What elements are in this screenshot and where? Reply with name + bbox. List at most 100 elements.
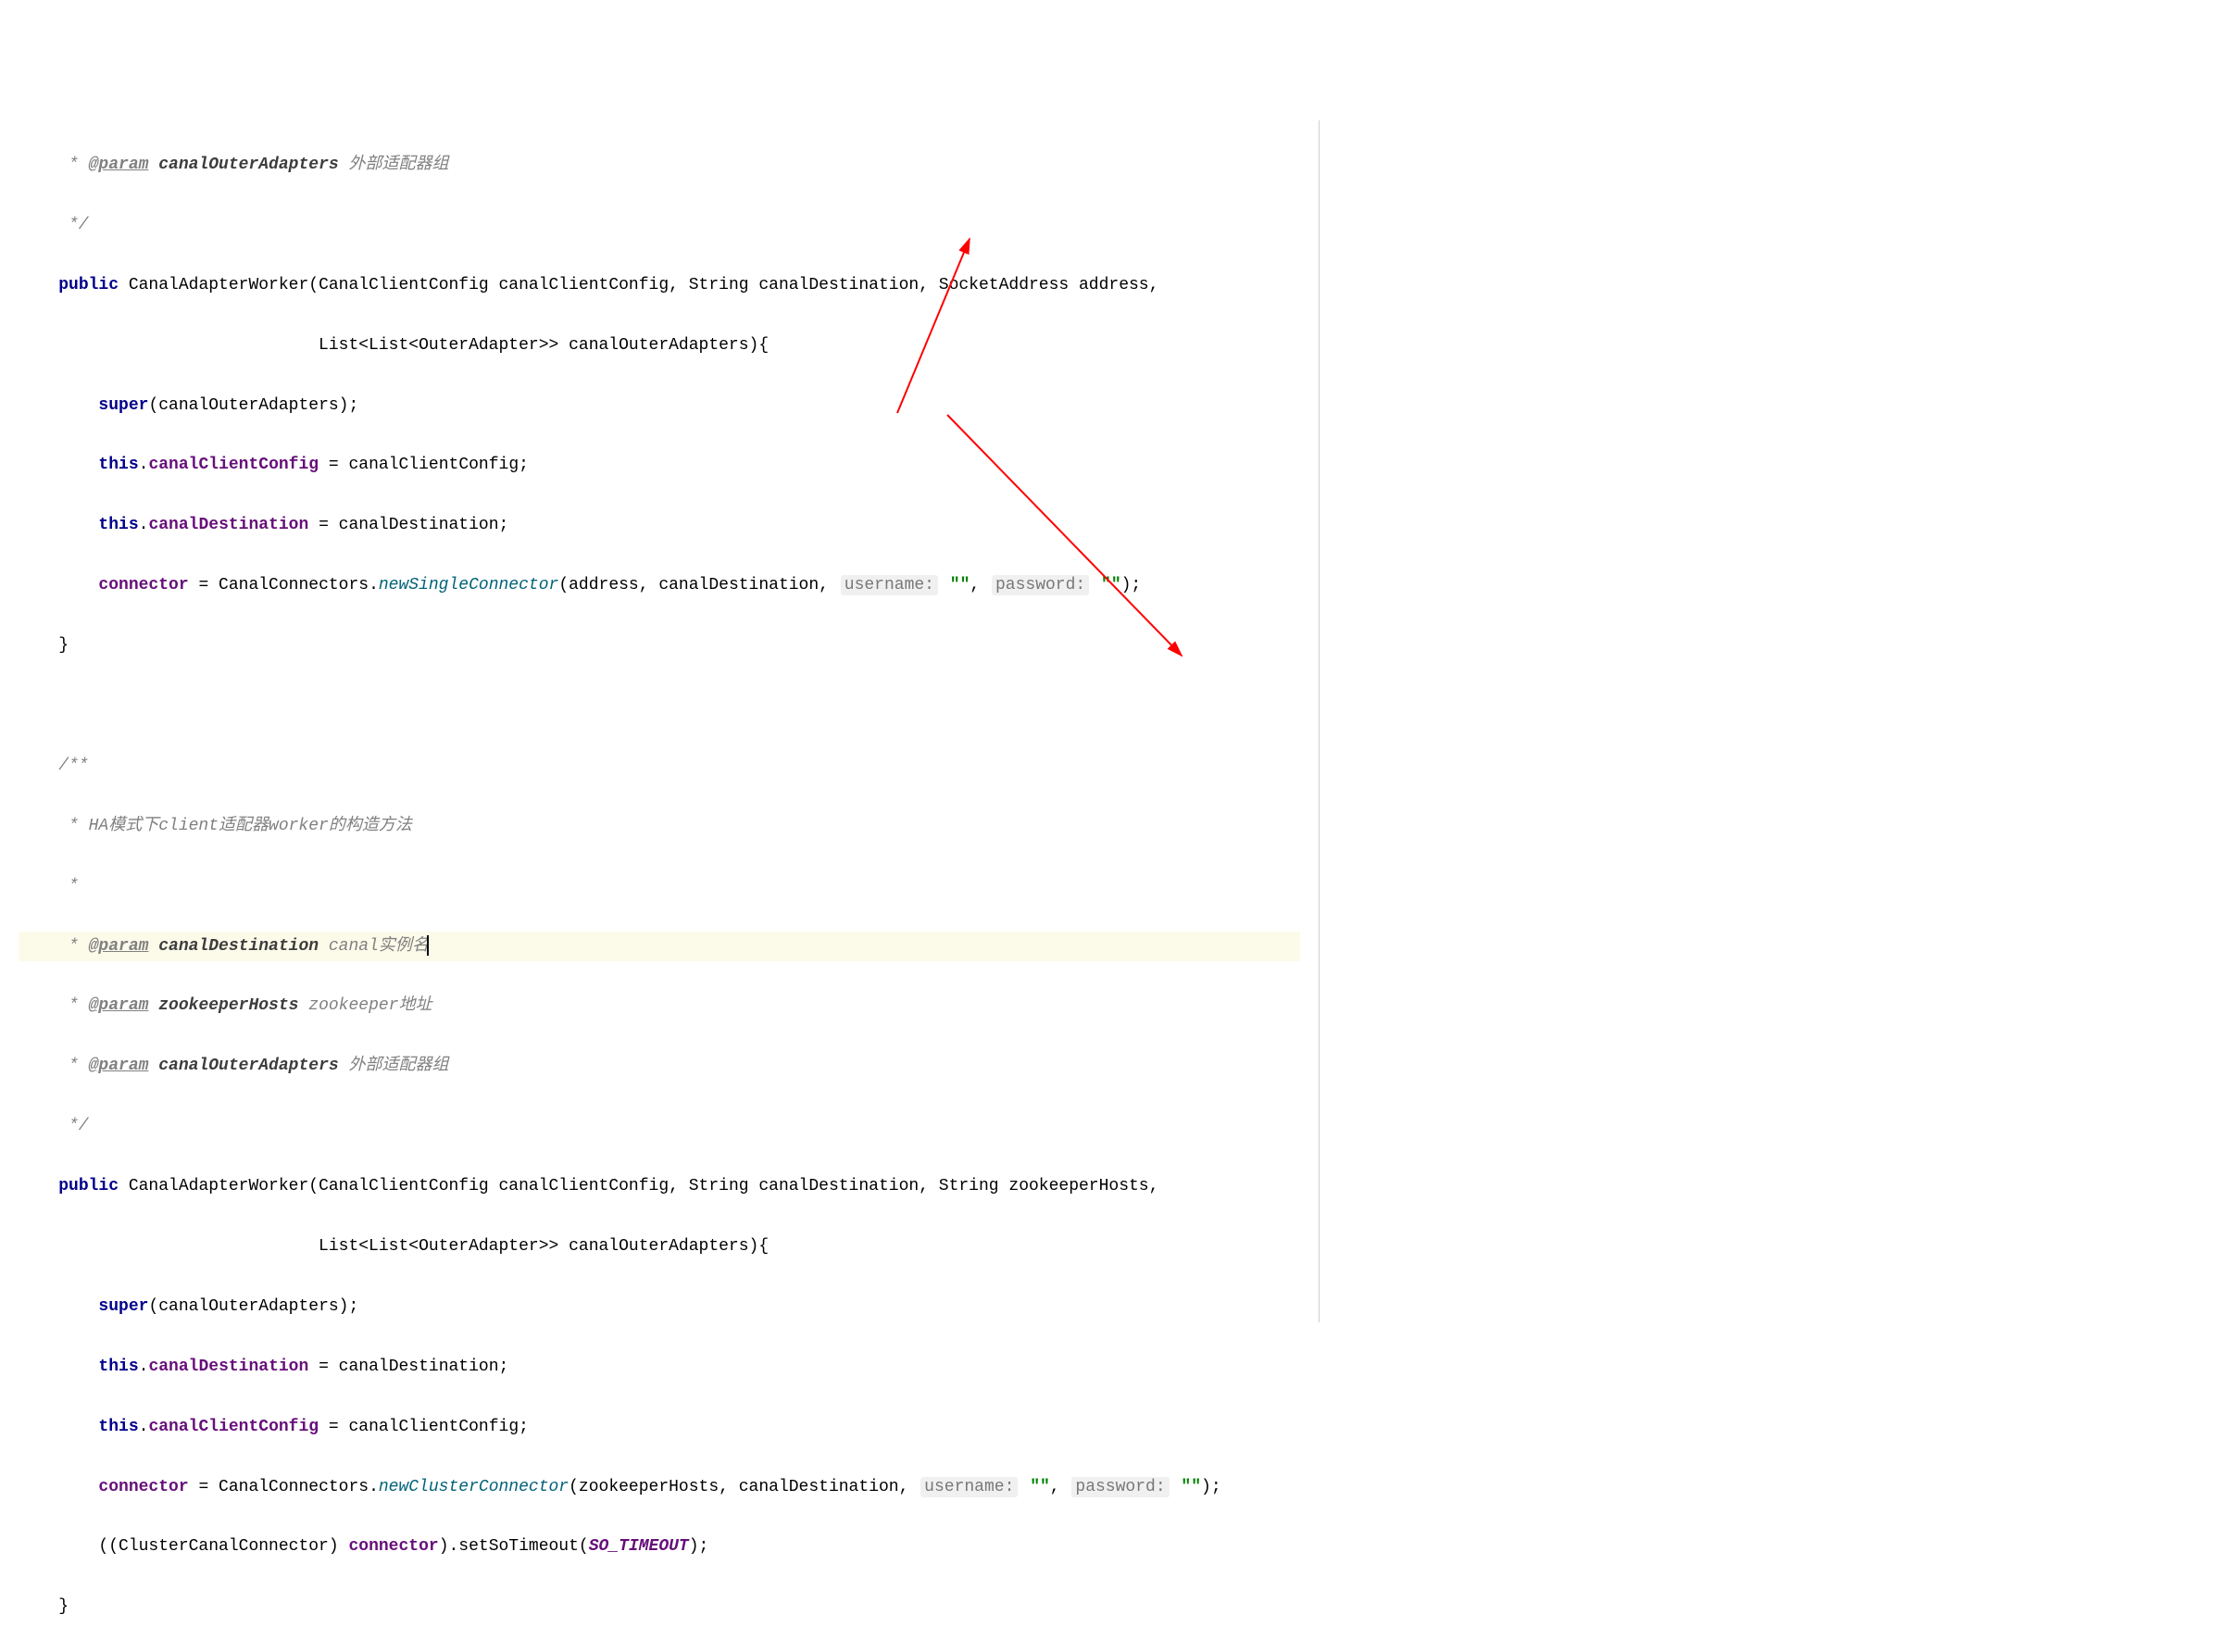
comment-text: * (19, 937, 89, 956)
code-text: CanalAdapterWorker(CanalClientConfig can… (119, 1177, 1158, 1195)
code-text: = CanalConnectors. (189, 1478, 379, 1496)
code-line: */ (19, 1111, 1300, 1142)
keyword: this (98, 1358, 138, 1376)
keyword: super (98, 396, 148, 415)
code-line: super(canalOuterAdapters); (19, 1292, 1300, 1322)
comment-text: * (19, 996, 89, 1015)
field-ref: connector (98, 1478, 188, 1496)
field-ref: connector (98, 576, 188, 594)
indent (19, 1358, 98, 1376)
indent (19, 1297, 98, 1316)
static-method: newClusterConnector (379, 1478, 569, 1496)
field-ref: canalDestination (148, 516, 308, 534)
keyword: this (98, 456, 138, 474)
comment-text: */ (19, 216, 89, 234)
comment-text: * HA模式下client适配器worker的构造方法 (19, 817, 412, 835)
code-line: this.canalDestination = canalDestination… (19, 1352, 1300, 1383)
code-line (19, 691, 1300, 721)
indent (19, 276, 58, 294)
keyword: this (98, 516, 138, 534)
code-line: public CanalAdapterWorker(CanalClientCon… (19, 270, 1300, 301)
code-text: , (970, 576, 990, 594)
code-line: } (19, 1592, 1300, 1622)
comment-text: /** (19, 757, 89, 775)
param-tag: @param (89, 996, 149, 1015)
code-line: */ (19, 210, 1300, 241)
string-literal: "" (940, 576, 970, 594)
code-text: } (19, 636, 69, 655)
string-literal: "" (1020, 1478, 1049, 1496)
static-method: newSingleConnector (379, 576, 558, 594)
code-line: * @param zookeeperHosts zookeeper地址 (19, 991, 1300, 1021)
param-name: zookeeperHosts (148, 996, 298, 1015)
code-text: = CanalConnectors. (189, 576, 379, 594)
code-line: * HA模式下client适配器worker的构造方法 (19, 811, 1300, 842)
field-ref: canalDestination (148, 1358, 308, 1376)
code-line-highlighted: * @param canalDestination canal实例名 (19, 932, 1300, 962)
keyword: this (98, 1418, 138, 1436)
code-line: connector = CanalConnectors.newClusterCo… (19, 1472, 1300, 1503)
indent (19, 1418, 98, 1436)
dot: . (139, 516, 149, 534)
param-name: canalDestination (148, 937, 319, 956)
param-desc: zookeeper地址 (298, 996, 432, 1015)
keyword: public (58, 276, 119, 294)
static-field: SO_TIMEOUT (589, 1537, 689, 1556)
keyword: public (58, 1177, 119, 1195)
string-literal: "" (1091, 576, 1120, 594)
comment-text: * (19, 1057, 89, 1075)
code-text: List<List<OuterAdapter>> canalOuterAdapt… (19, 336, 769, 355)
code-line: this.canalDestination = canalDestination… (19, 510, 1300, 541)
code-line: * @param canalOuterAdapters 外部适配器组 (19, 1051, 1300, 1082)
code-text: ); (689, 1537, 709, 1556)
comment-text: * (19, 877, 79, 895)
param-hint: password: (1071, 1477, 1169, 1497)
param-tag: @param (89, 156, 149, 174)
code-text: , (1050, 1478, 1070, 1496)
code-text: = canalDestination; (308, 1358, 508, 1376)
code-text: = canalClientConfig; (319, 1418, 529, 1436)
code-text: CanalAdapterWorker(CanalClientConfig can… (119, 276, 1158, 294)
comment-text: * (19, 156, 89, 174)
field-ref: canalClientConfig (148, 1418, 319, 1436)
code-text: } (19, 1597, 69, 1616)
indent: ((ClusterCanalConnector) (19, 1537, 348, 1556)
code-text: ); (1201, 1478, 1221, 1496)
param-desc: canal实例名 (319, 937, 429, 956)
code-line: List<List<OuterAdapter>> canalOuterAdapt… (19, 331, 1300, 361)
indent (19, 576, 98, 594)
param-hint: password: (992, 575, 1089, 595)
param-name: canalOuterAdapters (148, 1057, 338, 1075)
indent (19, 456, 98, 474)
param-tag: @param (89, 937, 149, 956)
keyword: super (98, 1297, 148, 1316)
code-editor[interactable]: * @param canalOuterAdapters 外部适配器组 */ pu… (0, 120, 1320, 1322)
field-ref: connector (348, 1537, 438, 1556)
code-line: * @param canalOuterAdapters 外部适配器组 (19, 150, 1300, 181)
field-ref: canalClientConfig (148, 456, 319, 474)
code-text: (canalOuterAdapters); (148, 1297, 358, 1316)
dot: . (139, 1418, 149, 1436)
code-line: ((ClusterCanalConnector) connector).setS… (19, 1532, 1300, 1562)
param-desc: 外部适配器组 (339, 1057, 449, 1075)
code-line: * (19, 871, 1300, 902)
code-line: /** (19, 751, 1300, 782)
code-line: super(canalOuterAdapters); (19, 391, 1300, 421)
param-tag: @param (89, 1057, 149, 1075)
code-text: ); (1121, 576, 1142, 594)
param-hint: username: (841, 575, 938, 595)
code-text: List<List<OuterAdapter>> canalOuterAdapt… (19, 1237, 769, 1256)
code-line: this.canalClientConfig = canalClientConf… (19, 1412, 1300, 1443)
param-name: canalOuterAdapters (148, 156, 338, 174)
code-line: List<List<OuterAdapter>> canalOuterAdapt… (19, 1232, 1300, 1262)
code-text: (zookeeperHosts, canalDestination, (569, 1478, 919, 1496)
comment-text: */ (19, 1117, 89, 1135)
indent (19, 396, 98, 415)
text-cursor (427, 935, 429, 956)
code-line: } (19, 631, 1300, 661)
string-literal: "" (1171, 1478, 1201, 1496)
code-line: public CanalAdapterWorker(CanalClientCon… (19, 1171, 1300, 1202)
indent (19, 1177, 58, 1195)
param-desc: 外部适配器组 (339, 156, 449, 174)
dot: . (139, 456, 149, 474)
